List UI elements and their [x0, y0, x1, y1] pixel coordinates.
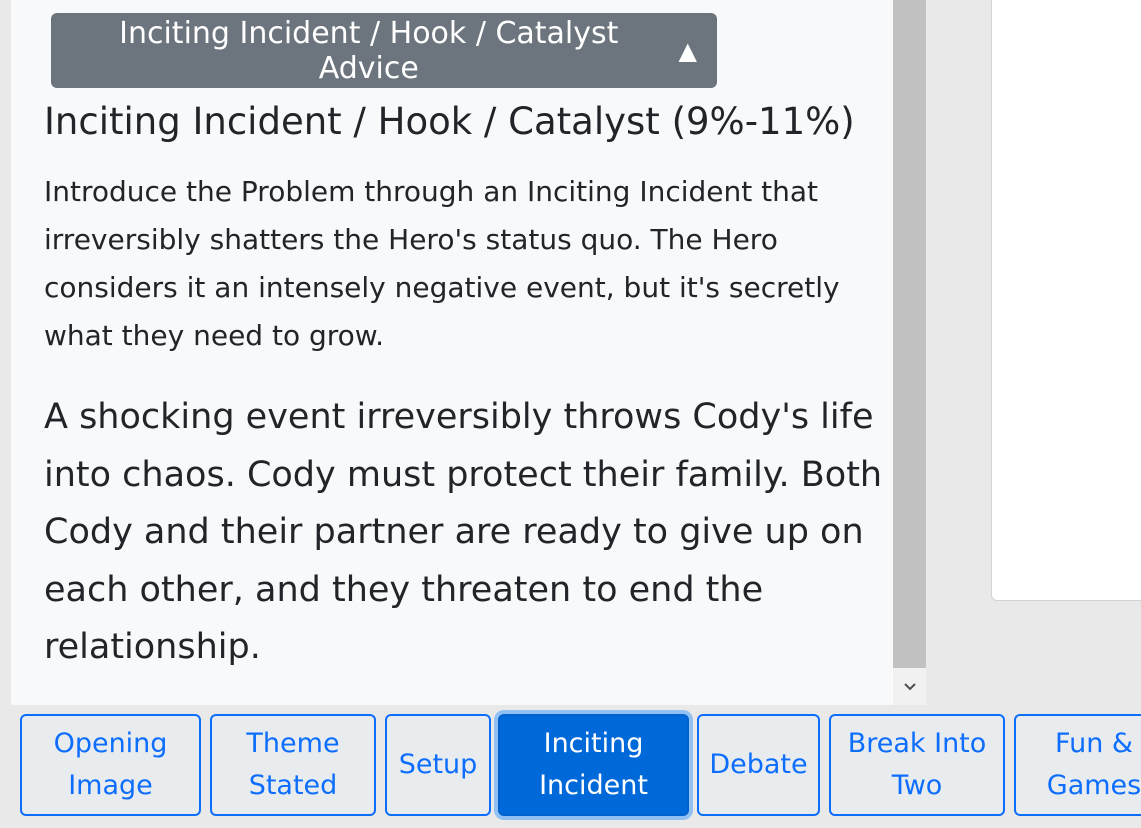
- section-heading: Inciting Incident / Hook / Catalyst (9%-…: [44, 100, 855, 143]
- beat-button-opening-image[interactable]: Opening Image: [20, 714, 201, 816]
- beat-button-break-into-two[interactable]: Break Into Two: [829, 714, 1005, 816]
- beat-button-label: Inciting Incident: [539, 728, 648, 801]
- advice-toggle-button[interactable]: Inciting Incident / Hook / Catalyst Advi…: [51, 13, 717, 88]
- right-card: [991, 0, 1141, 601]
- beat-button-label: Opening Image: [53, 728, 168, 801]
- story-text[interactable]: A shocking event irreversibly throws Cod…: [44, 389, 884, 677]
- beat-button-fun-games[interactable]: Fun & Games: [1014, 714, 1141, 816]
- beat-button-label: Setup: [398, 749, 478, 780]
- beat-button-label: Theme Stated: [246, 728, 340, 801]
- beat-button-label: Break Into Two: [847, 728, 987, 801]
- triangle-up-icon: ▲: [678, 36, 697, 65]
- section-description: Introduce the Problem through an Incitin…: [44, 175, 840, 352]
- chevron-down-icon: [903, 683, 916, 691]
- middle-gutter: [926, 0, 959, 705]
- scroll-down-arrow-icon[interactable]: [893, 672, 926, 702]
- left-gutter: [0, 0, 11, 705]
- scrollbar-thumb[interactable]: [893, 0, 926, 668]
- beat-button-label: Fun & Games: [1046, 728, 1141, 801]
- beat-button-inciting-incident[interactable]: Inciting Incident: [498, 714, 689, 816]
- beat-button-debate[interactable]: Debate: [697, 714, 820, 816]
- beat-button-label: Debate: [709, 749, 808, 780]
- advice-button-label: Inciting Incident / Hook / Catalyst Advi…: [119, 15, 619, 86]
- beat-button-theme-stated[interactable]: Theme Stated: [210, 714, 376, 816]
- beat-button-setup[interactable]: Setup: [385, 714, 491, 816]
